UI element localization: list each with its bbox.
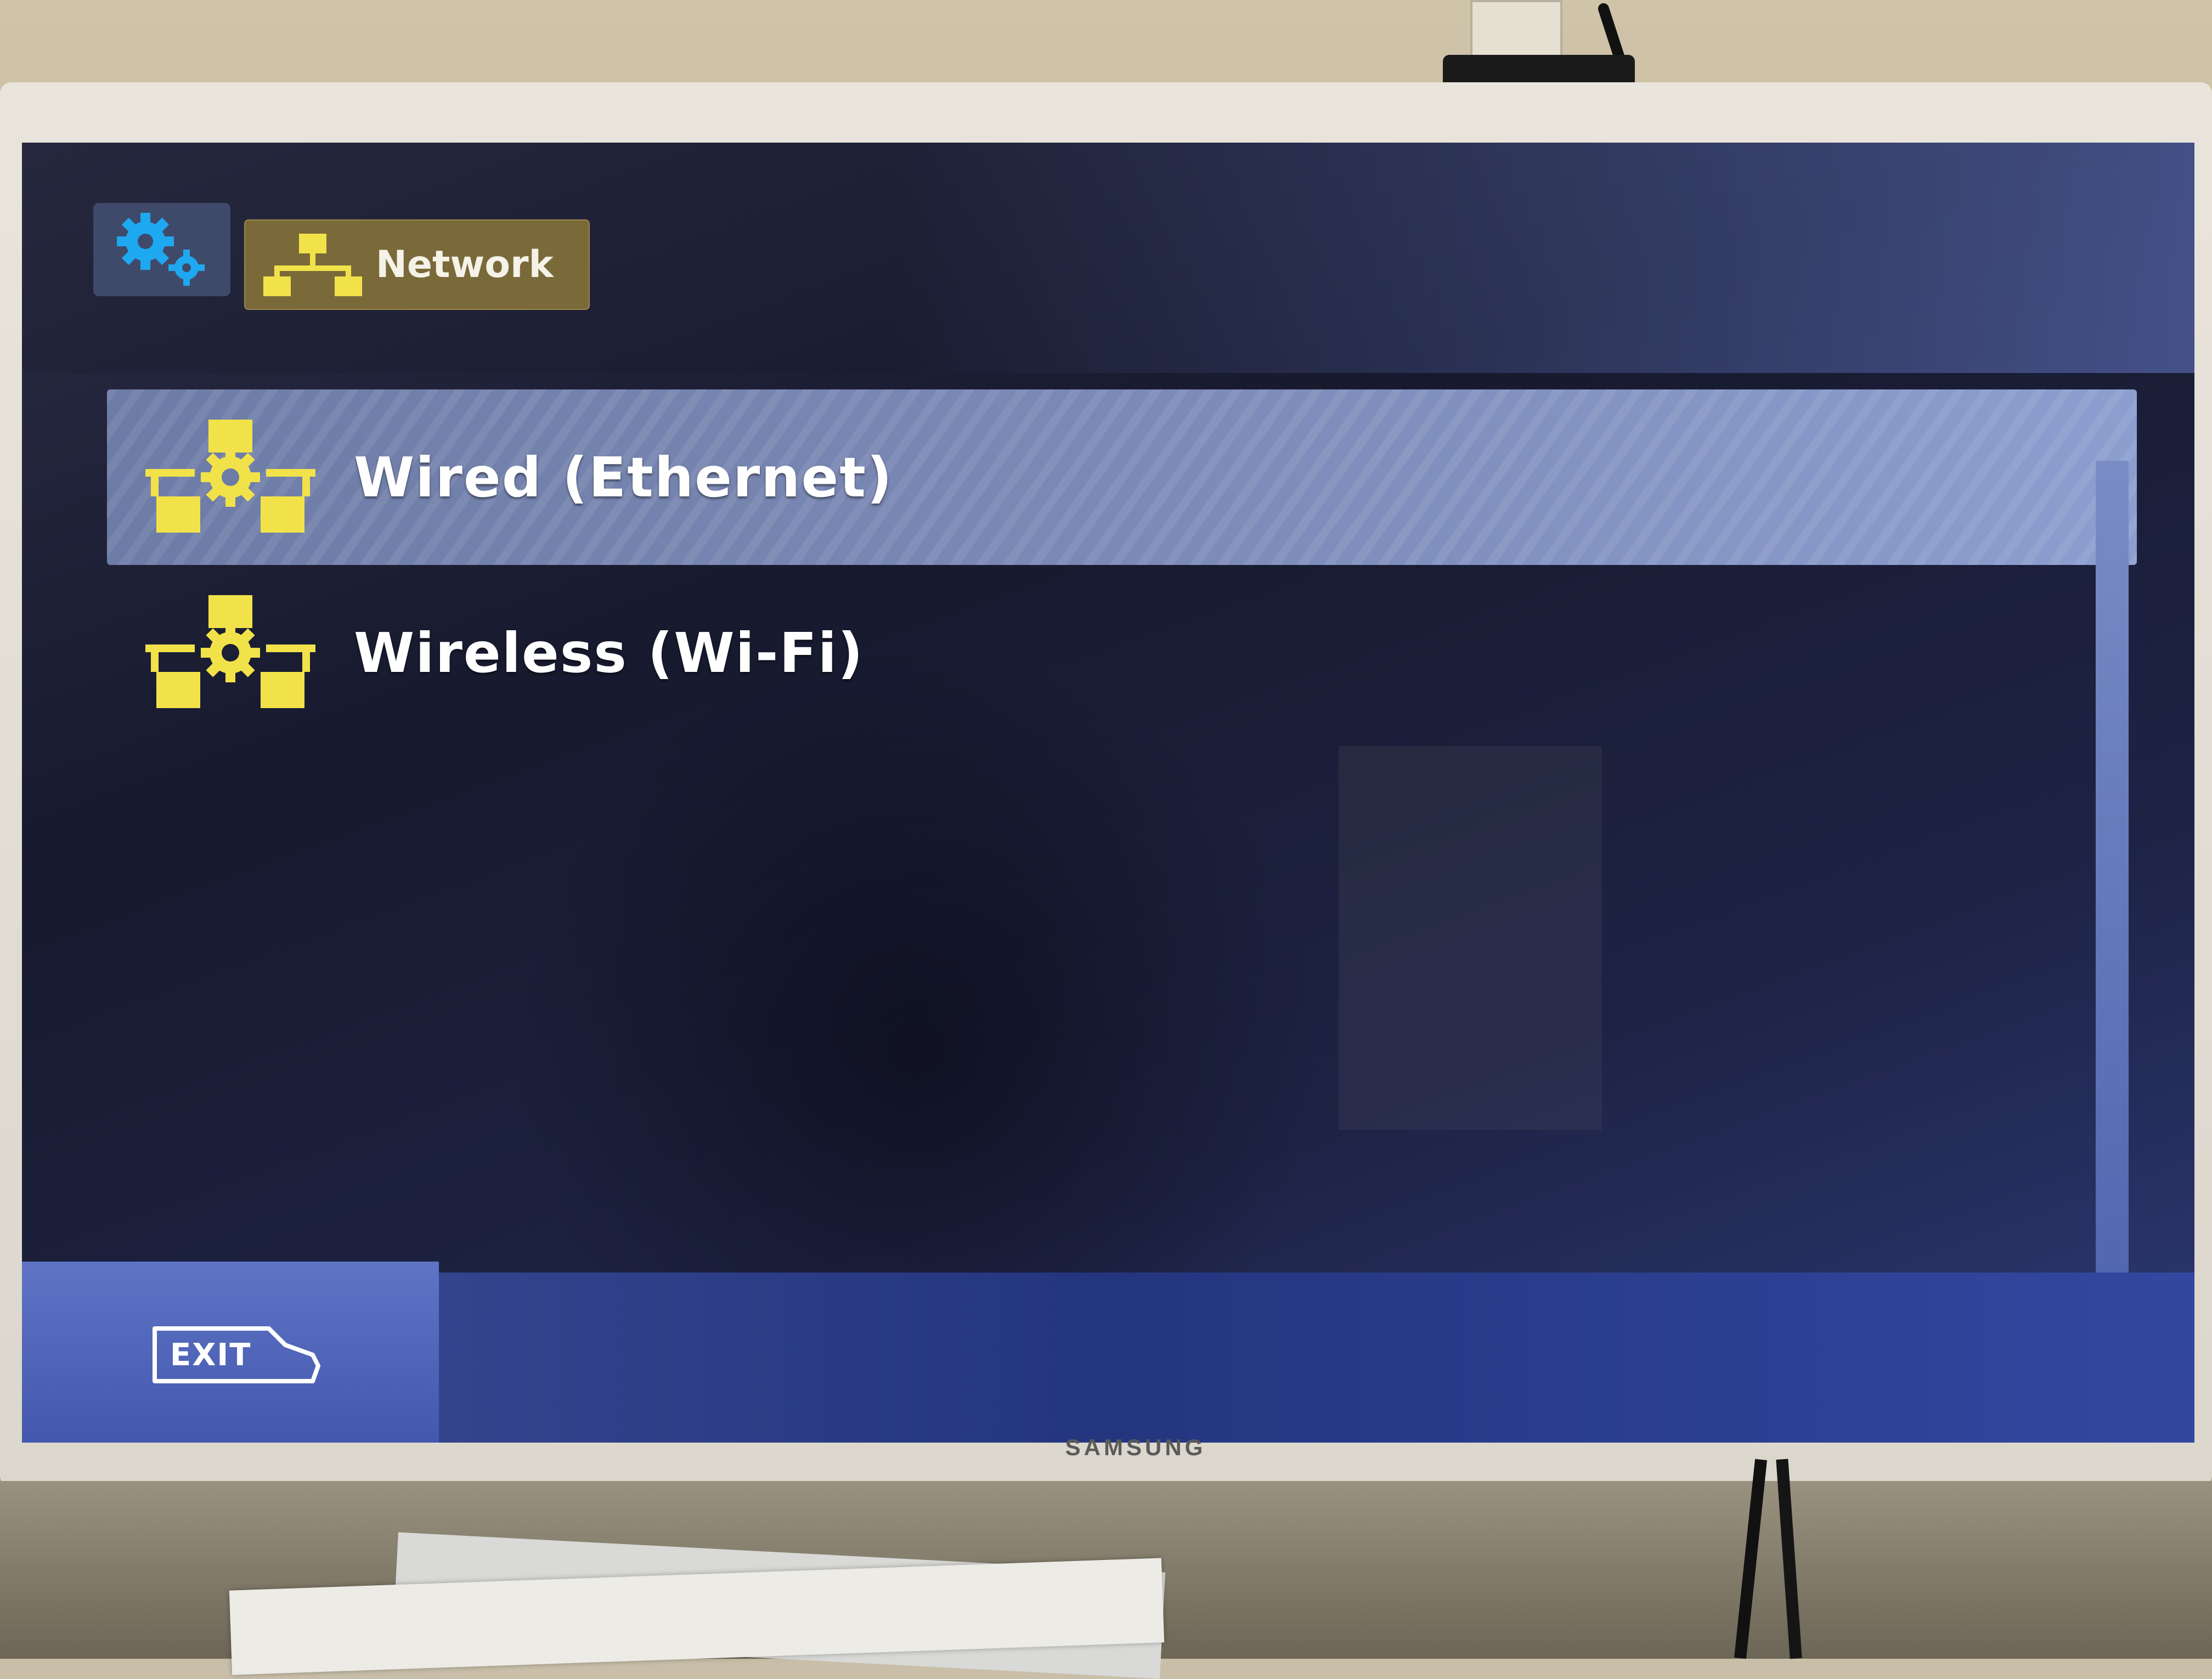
scrollbar[interactable] xyxy=(2096,461,2129,1294)
network-gear-icon xyxy=(145,595,315,708)
exit-label: EXIT xyxy=(170,1337,252,1373)
network-menu-list: Wired (Ethernet) Wireless (Wi-Fi) xyxy=(107,389,2164,1322)
menu-item-wireless[interactable]: Wireless (Wi-Fi) xyxy=(107,565,2137,740)
menu-item-wired[interactable]: Wired (Ethernet) xyxy=(107,389,2137,565)
tab-settings[interactable] xyxy=(93,203,230,296)
gears-icon xyxy=(117,213,205,286)
exit-button[interactable]: EXIT xyxy=(148,1322,329,1388)
menu-item-wired-label: Wired (Ethernet) xyxy=(354,445,893,510)
tab-network[interactable]: Network xyxy=(244,219,590,310)
network-gear-icon xyxy=(145,420,315,533)
tab-network-label: Network xyxy=(376,243,554,286)
brand-logo: SAMSUNG xyxy=(1065,1434,1206,1460)
menu-item-wireless-label: Wireless (Wi-Fi) xyxy=(354,620,864,685)
network-icon xyxy=(263,233,362,296)
tv-screen: Network Wired (Ethernet) Wireless (Wi-Fi… xyxy=(22,143,2194,1443)
